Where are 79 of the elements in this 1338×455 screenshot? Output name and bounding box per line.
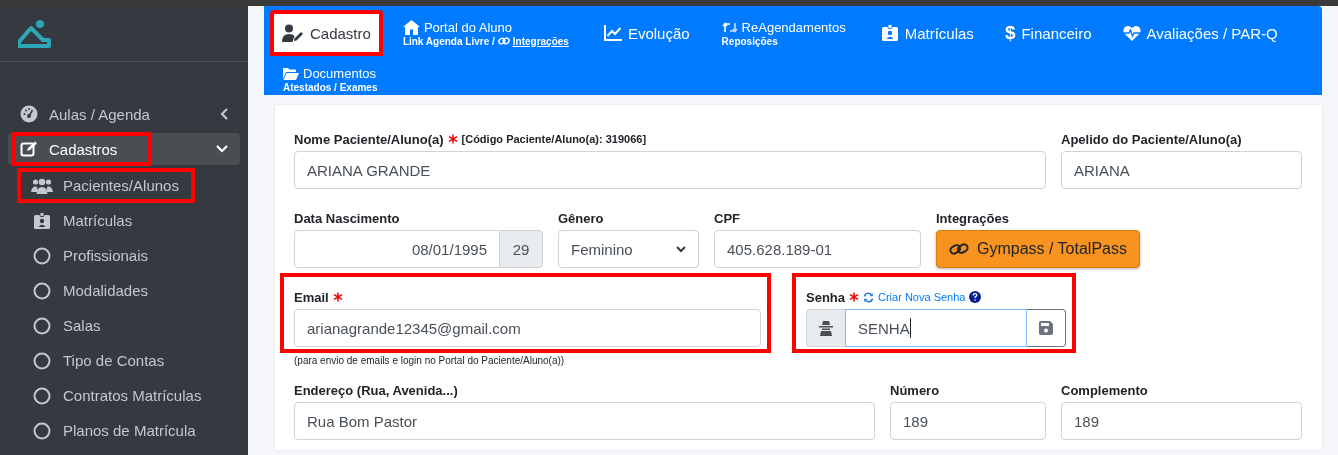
sidebar-subitem[interactable]: Pacientes/Alunos: [17, 168, 195, 203]
logo-icon: [18, 19, 52, 48]
tab[interactable]: Avaliações / PAR-Q: [1110, 10, 1290, 56]
integrations-link[interactable]: Integrações: [512, 35, 569, 47]
field-label: Gênero: [558, 210, 604, 226]
field-label: CPF: [714, 210, 740, 226]
dollar-icon: $: [1004, 22, 1016, 44]
tab[interactable]: Documentos Atestados / Exames: [270, 56, 394, 102]
id-badge-icon: [33, 211, 51, 230]
sidebar-subitem[interactable]: Planos de Matrícula: [17, 413, 212, 448]
folder-icon: [283, 66, 299, 80]
sidebar-subitem[interactable]: Salas: [17, 308, 117, 343]
users-icon: [31, 177, 53, 194]
text-field[interactable]: ARIANA GRANDE: [294, 151, 1046, 189]
field-label: Número: [890, 382, 940, 398]
tab-subtitle: Reposições: [721, 35, 778, 47]
circle-icon: [33, 281, 51, 300]
field-label: Apelido do Paciente/Aluno(a): [1061, 131, 1242, 147]
gender-select[interactable]: Feminino: [558, 230, 699, 268]
sidebar-subitem[interactable]: Matrículas: [17, 203, 149, 238]
heartbeat-icon: [1122, 25, 1141, 41]
circle-icon: [33, 351, 51, 370]
tab-label: Documentos: [303, 65, 376, 81]
field-label: Nome Paciente/Aluno(a): [294, 131, 444, 147]
sidebar-subitem[interactable]: Modalidades: [17, 273, 165, 308]
help-icon: [969, 291, 982, 303]
tab[interactable]: Cadastro: [270, 10, 383, 56]
text-field[interactable]: 189: [1061, 402, 1302, 440]
new-password-link[interactable]: Criar Nova Senha: [878, 291, 966, 303]
password-field[interactable]: SENHA: [845, 309, 1027, 347]
patient-code: [Código Paciente/Aluno(a): 319066]: [461, 133, 647, 145]
gauge-icon: [20, 105, 38, 123]
line-chart-icon: [603, 25, 622, 41]
spy-icon: [819, 320, 833, 336]
date-field[interactable]: 08/01/1995: [294, 230, 500, 268]
sidebar-subitem[interactable]: Contratos Matrículas: [17, 378, 218, 413]
user-edit-icon: [282, 24, 304, 42]
field-label: Endereço (Rua, Avenida...): [294, 382, 458, 398]
field-label: Senha: [806, 289, 845, 305]
chevron-down-icon: [676, 245, 686, 253]
home-icon: [402, 19, 420, 35]
field-label: Integrações: [936, 210, 1009, 226]
text-field[interactable]: arianagrande12345@gmail.com: [294, 309, 761, 347]
id-badge-icon: [880, 24, 899, 42]
text-field[interactable]: 189: [890, 402, 1046, 440]
tab-label: ReAgendamentos: [741, 19, 846, 35]
tab-subtitle: Atestados / Exames: [283, 81, 378, 93]
text-field[interactable]: 405.628.189-01: [714, 230, 921, 268]
link-icon: [949, 242, 969, 256]
sidebar-subitem[interactable]: Profissionais: [17, 238, 165, 273]
age-addon: 29: [500, 230, 543, 268]
tab[interactable]: $ Financeiro: [992, 10, 1104, 56]
tab-subtitle: Link Agenda Livre /: [402, 35, 495, 47]
text-field[interactable]: Rua Bom Pastor: [294, 402, 875, 440]
sidebar-item[interactable]: Aulas / Agenda: [8, 98, 240, 130]
tab-label: Portal do Aluno: [423, 19, 513, 35]
integration-button[interactable]: Gympass / TotalPass: [936, 230, 1140, 268]
text-field[interactable]: ARIANA: [1061, 151, 1302, 189]
link-icon: [497, 36, 510, 46]
circle-icon: [33, 246, 51, 265]
circle-icon: [33, 386, 51, 405]
field-hint: (para envio de emails e login no Portal do Paciente/Aluno(a)): [294, 355, 566, 366]
sync-icon: [721, 21, 738, 33]
sidebar-item[interactable]: Cadastros: [8, 133, 240, 165]
sidebar-subitem[interactable]: Tipo de Contas: [17, 343, 181, 378]
edit-icon: [20, 140, 38, 158]
text-cursor: [909, 318, 911, 338]
circle-icon: [33, 316, 51, 335]
tab[interactable]: Portal do Aluno Link Agenda Livre / Integrações: [389, 10, 585, 56]
tab[interactable]: Matrículas: [868, 10, 986, 56]
circle-icon: [33, 421, 51, 440]
save-button[interactable]: [1027, 309, 1066, 347]
field-label: Data Nascimento: [294, 210, 400, 226]
field-label: Email: [294, 289, 329, 305]
refresh-icon: [863, 291, 874, 303]
save-icon: [1039, 321, 1053, 335]
tab[interactable]: Evolução: [591, 10, 702, 56]
tab[interactable]: ReAgendamentos Reposições: [708, 10, 862, 56]
field-label: Complemento: [1061, 382, 1148, 398]
